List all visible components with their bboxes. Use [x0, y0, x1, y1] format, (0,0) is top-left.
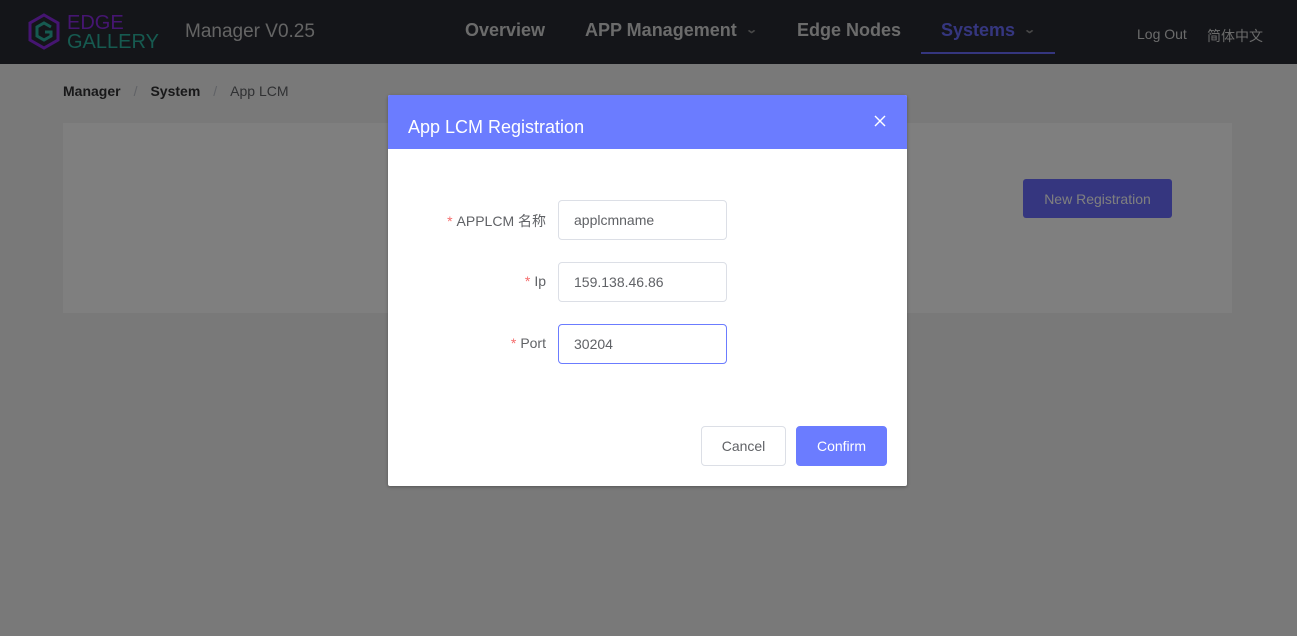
- confirm-button[interactable]: Confirm: [796, 426, 887, 466]
- ip-input[interactable]: [558, 262, 727, 302]
- required-mark: *: [510, 335, 517, 351]
- cancel-button[interactable]: Cancel: [701, 426, 786, 466]
- ip-label: * Ip: [525, 273, 546, 289]
- form-row-applcm-name: * APPLCM 名称: [388, 200, 907, 240]
- applcm-name-label: * APPLCM 名称: [447, 211, 546, 231]
- applcm-name-label-text: APPLCM 名称: [456, 213, 546, 229]
- port-label-text: Port: [520, 335, 546, 351]
- port-input[interactable]: [558, 324, 727, 364]
- dialog-header: App LCM Registration: [388, 95, 907, 149]
- applcm-name-input[interactable]: [558, 200, 727, 240]
- app-lcm-registration-dialog: App LCM Registration *APPLCM 名称 *Ip *Por…: [388, 95, 907, 486]
- close-icon[interactable]: [872, 113, 888, 129]
- dialog-title: App LCM Registration: [408, 117, 585, 137]
- form-row-ip: * Ip: [388, 262, 907, 302]
- port-label: * Port: [511, 335, 546, 351]
- ip-label-text: Ip: [534, 273, 546, 289]
- required-mark: *: [447, 213, 453, 229]
- form-row-port: * Port: [388, 324, 907, 364]
- required-mark: *: [524, 273, 531, 289]
